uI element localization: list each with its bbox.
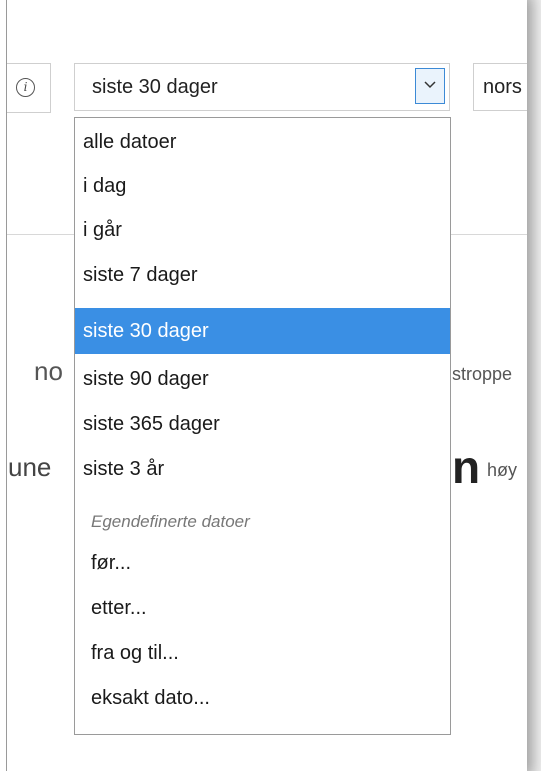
option-eksakt-dato[interactable]: eksakt dato...	[75, 680, 450, 716]
date-range-select[interactable]: siste 30 dager	[74, 63, 450, 111]
option-i-dag[interactable]: i dag	[75, 168, 450, 204]
window-frame: i siste 30 dager nors no stroppe une n h…	[0, 0, 527, 771]
option-fra-og-til[interactable]: fra og til...	[75, 635, 450, 671]
option-siste-7-dager[interactable]: siste 7 dager	[75, 257, 450, 293]
option-i-gar[interactable]: i går	[75, 212, 450, 248]
group-label-custom-dates: Egendefinerte datoer	[91, 512, 250, 531]
background-text-une: une	[8, 452, 52, 482]
date-range-dropdown-list: alle datoer i dag i går siste 7 dager si…	[74, 117, 451, 735]
background-text-hoy: høy	[487, 460, 518, 480]
background-text-stroppe: stroppe	[452, 364, 513, 384]
info-icon[interactable]: i	[16, 78, 35, 97]
date-range-select-value: siste 30 dager	[92, 76, 218, 98]
option-alle-datoer[interactable]: alle datoer	[75, 124, 450, 160]
frame-edge	[6, 0, 7, 771]
option-for[interactable]: før...	[75, 545, 450, 581]
language-select[interactable]: nors	[473, 63, 527, 111]
option-siste-90-dager[interactable]: siste 90 dager	[75, 361, 450, 397]
chevron-down-icon	[424, 81, 436, 89]
option-siste-30-dager[interactable]: siste 30 dager	[75, 308, 450, 354]
language-select-value: nors	[483, 76, 522, 98]
background-text-large: n	[452, 441, 481, 493]
background-text-no: no	[34, 356, 63, 386]
dropdown-toggle-button[interactable]	[415, 68, 445, 104]
option-siste-365-dager[interactable]: siste 365 dager	[75, 406, 450, 442]
option-siste-3-ar[interactable]: siste 3 år	[75, 451, 450, 487]
option-etter[interactable]: etter...	[75, 590, 450, 626]
